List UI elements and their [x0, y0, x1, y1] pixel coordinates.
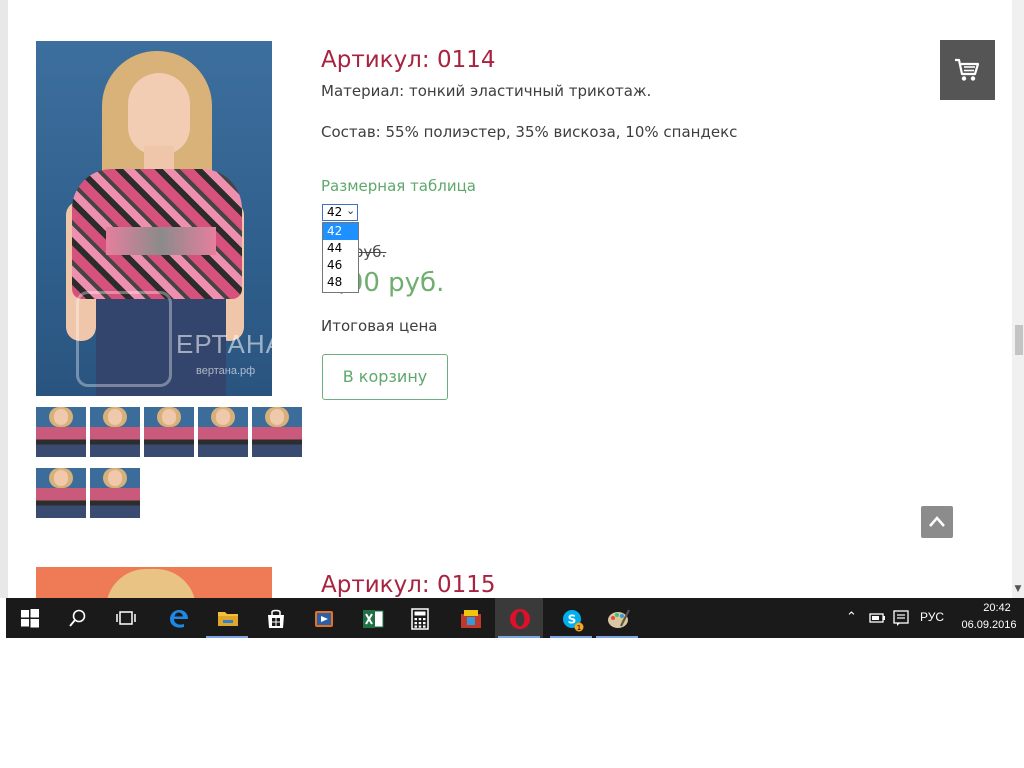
cart-widget-button[interactable] — [940, 40, 995, 100]
photo-detail — [108, 470, 122, 486]
paint-icon — [608, 609, 630, 628]
product-composition: Состав: 55% полиэстер, 35% вискоза, 10% … — [321, 123, 738, 141]
scrollbar-thumb[interactable] — [1015, 325, 1023, 355]
photo-detail — [162, 409, 176, 425]
size-table-link[interactable]: Размерная таблица — [321, 177, 476, 195]
task-view-icon — [116, 611, 136, 625]
folder-icon — [218, 612, 238, 626]
product-thumbnail[interactable] — [252, 407, 302, 457]
windows-logo-icon — [21, 609, 39, 628]
watermark-logo — [76, 291, 172, 387]
photo-detail — [106, 569, 196, 598]
tray-overflow-chevron-icon[interactable]: ⌃ — [846, 610, 857, 625]
photo-detail — [54, 470, 68, 486]
clock-date[interactable]: 06.09.2016 — [956, 619, 1022, 631]
size-select-value: 42 — [327, 205, 343, 219]
search-button[interactable] — [54, 598, 102, 638]
size-option[interactable]: 44 — [323, 240, 358, 257]
start-button[interactable] — [6, 598, 54, 638]
size-option[interactable]: 46 — [323, 257, 358, 274]
photo-detail — [216, 409, 230, 425]
product-thumbnail[interactable] — [198, 407, 248, 457]
photo-detail — [106, 227, 216, 255]
calculator-icon — [411, 608, 429, 630]
svg-text:S: S — [568, 613, 577, 627]
cart-icon — [955, 58, 980, 81]
taskbar-paint[interactable] — [593, 598, 641, 638]
size-option[interactable]: 48 — [323, 274, 358, 291]
watermark-brand: ЕРТАНА — [176, 329, 272, 359]
taskbar-store[interactable] — [251, 598, 299, 638]
next-product-photo[interactable] — [36, 567, 272, 598]
opera-icon — [510, 609, 530, 629]
scroll-to-top-button[interactable] — [921, 506, 953, 538]
battery-icon — [869, 613, 885, 623]
product-thumbnail[interactable] — [90, 468, 140, 518]
taskbar-calculator[interactable] — [396, 598, 444, 638]
photo-detail — [108, 409, 122, 425]
vertical-scrollbar[interactable] — [1012, 0, 1024, 598]
taskbar-media-player[interactable] — [299, 598, 347, 638]
product-title: Артикул: 0114 — [321, 47, 496, 73]
taskbar-archive[interactable] — [445, 598, 493, 638]
product-thumbnail[interactable] — [36, 407, 86, 457]
input-language[interactable]: РУС — [920, 610, 944, 624]
watermark-site: вертана.рф — [196, 365, 256, 377]
clock-time[interactable]: 20:42 — [972, 602, 1022, 614]
skype-icon: S 1 — [563, 610, 584, 632]
size-option[interactable]: 42 — [323, 223, 358, 240]
add-to-cart-button[interactable]: В корзину — [322, 354, 448, 400]
size-dropdown-list: 42 44 46 48 — [322, 222, 359, 293]
total-price-label: Итоговая цена — [321, 317, 438, 335]
windows-taskbar: S 1 ⌃ РУС 20:42 06.09.2016 — [6, 598, 1024, 638]
tray-power-icon[interactable] — [868, 610, 886, 630]
scroll-down-arrow-icon[interactable]: ▼ — [1013, 582, 1023, 596]
taskbar-file-explorer[interactable] — [203, 598, 251, 638]
edge-icon — [170, 610, 188, 628]
store-icon — [268, 609, 284, 628]
photo-detail — [128, 73, 190, 155]
taskbar-excel[interactable] — [348, 598, 396, 638]
action-center-icon — [893, 610, 909, 626]
tray-notification-icon[interactable] — [892, 609, 910, 631]
chevron-up-icon — [929, 516, 945, 527]
photo-detail — [270, 409, 284, 425]
product-thumbnail[interactable] — [90, 407, 140, 457]
taskbar-skype[interactable]: S 1 — [547, 598, 595, 638]
browser-viewport: ▼ ЕРТАНА вертана.рф Артикул: 0114 Матери… — [0, 0, 1024, 598]
size-select[interactable]: 42 ⌄ — [322, 204, 358, 221]
photo-detail — [54, 409, 68, 425]
media-player-icon — [315, 611, 333, 627]
search-icon — [69, 609, 86, 627]
product-thumbnail[interactable] — [144, 407, 194, 457]
skype-badge: 1 — [577, 624, 581, 632]
product-main-photo[interactable]: ЕРТАНА вертана.рф — [36, 41, 272, 396]
chevron-down-icon: ⌄ — [346, 204, 356, 217]
product-material: Материал: тонкий эластичный трикотаж. — [321, 82, 652, 100]
task-view-button[interactable] — [102, 598, 150, 638]
next-product-title: Артикул: 0115 — [321, 572, 496, 598]
excel-icon — [363, 610, 384, 628]
taskbar-edge[interactable] — [154, 598, 202, 638]
product-thumbnail[interactable] — [36, 468, 86, 518]
archive-icon — [461, 610, 481, 628]
left-border — [0, 0, 8, 598]
taskbar-opera[interactable] — [495, 598, 543, 638]
